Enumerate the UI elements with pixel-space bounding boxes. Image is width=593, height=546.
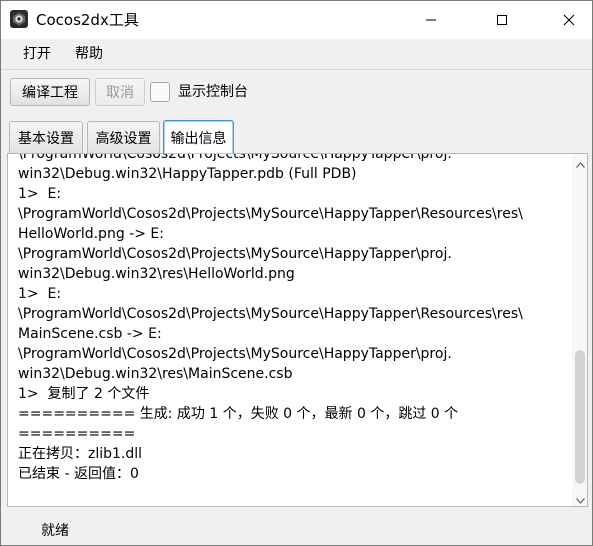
output-line: win32\Debug.win32\res\HelloWorld.png [18, 266, 295, 282]
output-line: 1> E: [18, 286, 62, 302]
compile-project-button[interactable]: 编译工程 [10, 78, 90, 106]
maximize-button[interactable] [479, 1, 525, 39]
cocos-logo-icon [10, 10, 28, 28]
tab-basic-settings[interactable]: 基本设置 [9, 121, 83, 153]
output-line: \ProgramWorld\Cosos2d\Projects\MySource\… [18, 153, 452, 162]
minimize-button[interactable] [408, 1, 454, 39]
output-line: ========== [18, 426, 136, 442]
menu-separator [1, 69, 592, 70]
minimize-icon [425, 11, 437, 30]
output-panel: \ProgramWorld\Cosos2d\Projects\MySource\… [7, 153, 588, 507]
chevron-down-icon [575, 489, 585, 507]
output-line: \ProgramWorld\Cosos2d\Projects\MySource\… [18, 346, 452, 362]
output-line: HelloWorld.png -> E: [18, 226, 164, 242]
output-line: ========== 生成: 成功 1 个，失败 0 个，最新 0 个，跳过 0… [18, 406, 459, 422]
output-line: 1> 复制了 2 个文件 [18, 386, 150, 402]
close-button[interactable] [546, 1, 592, 39]
title-bar[interactable]: Cocos2dx工具 [1, 1, 592, 39]
output-line: 正在拷贝：zlib1.dll [18, 446, 143, 462]
output-line: \ProgramWorld\Cosos2d\Projects\MySource\… [18, 206, 523, 222]
close-icon [563, 11, 575, 30]
chevron-up-icon [575, 154, 585, 172]
output-line: \ProgramWorld\Cosos2d\Projects\MySource\… [18, 246, 452, 262]
output-line: \ProgramWorld\Cosos2d\Projects\MySource\… [18, 306, 523, 322]
tab-output-info[interactable]: 输出信息 [163, 120, 234, 154]
status-text: 就绪 [41, 523, 69, 539]
window-title: Cocos2dx工具 [36, 11, 139, 29]
menu-open[interactable]: 打开 [23, 45, 51, 63]
output-line: 1> E: [18, 186, 62, 202]
tab-advanced-settings[interactable]: 高级设置 [87, 121, 160, 153]
output-line: MainScene.csb -> E: [18, 326, 162, 342]
show-console-checkbox[interactable] [150, 82, 170, 102]
maximize-icon [496, 11, 508, 30]
status-bar: 就绪 [1, 515, 592, 545]
menu-bar: 打开 帮助 [1, 39, 592, 69]
scrollbar-thumb[interactable] [575, 350, 585, 484]
output-line: win32\Debug.win32\HappyTapper.pdb (Full … [18, 166, 357, 182]
vertical-scrollbar[interactable] [572, 154, 587, 507]
scroll-down-button[interactable] [572, 489, 587, 507]
scroll-up-button[interactable] [572, 154, 587, 172]
show-console-label[interactable]: 显示控制台 [178, 83, 248, 101]
menu-help[interactable]: 帮助 [75, 45, 103, 63]
output-line: win32\Debug.win32\res\MainScene.csb [18, 366, 293, 382]
app-window: Cocos2dx工具 打开 帮助 编译工程 取消 显示控制台 基本设置 高级设置… [0, 0, 593, 546]
output-line: 已结束 - 返回值：0 [18, 466, 139, 482]
output-log[interactable]: \ProgramWorld\Cosos2d\Projects\MySource\… [18, 153, 566, 484]
cancel-button[interactable]: 取消 [95, 78, 145, 106]
